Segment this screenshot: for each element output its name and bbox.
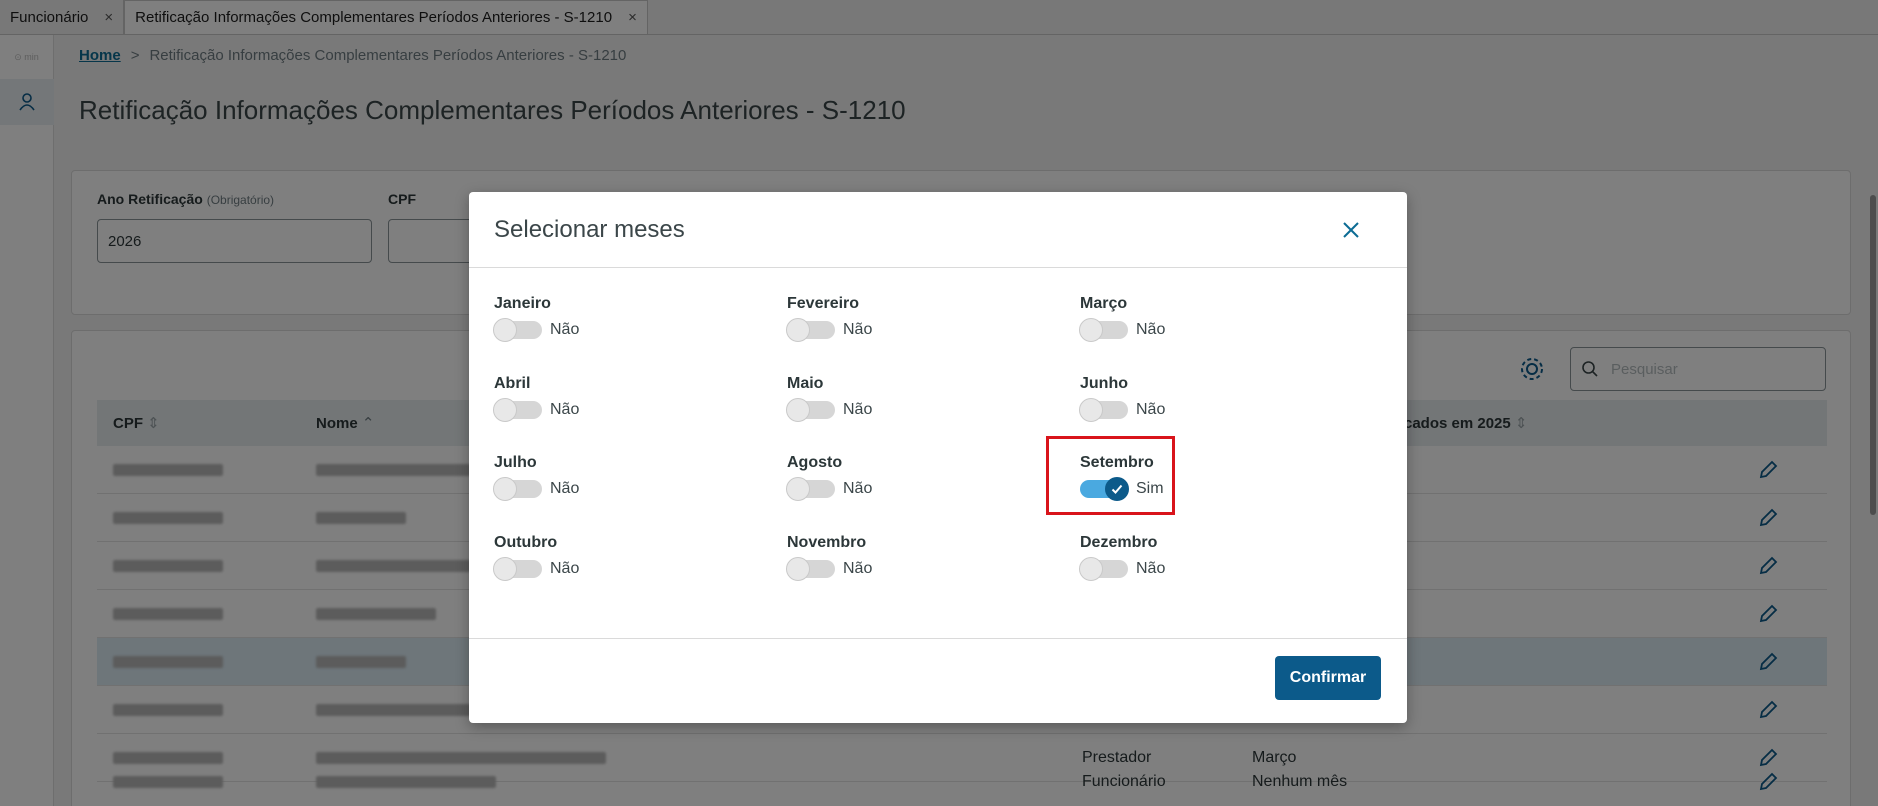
toggle-knob[interactable] xyxy=(786,557,810,581)
toggle-knob[interactable] xyxy=(493,557,517,581)
month-option-5: Maio Não xyxy=(786,375,1007,435)
toggle-track[interactable] xyxy=(493,557,542,581)
toggle-state-label: Não xyxy=(550,480,580,497)
month-label: Maio xyxy=(787,375,824,392)
month-option-2: Fevereiro Não xyxy=(786,295,1007,355)
toggle-track[interactable] xyxy=(493,318,542,342)
month-label: Abril xyxy=(494,375,531,392)
dialog-body: Janeiro Não Fevereiro Não Março Não Abril Não Ma… xyxy=(469,268,1407,639)
month-label: Junho xyxy=(1080,375,1128,392)
month-label: Março xyxy=(1080,295,1128,312)
toggle-state-label: Não xyxy=(843,480,873,497)
toggle-state-label: Não xyxy=(550,560,580,577)
toggle-state-label: Não xyxy=(843,401,873,418)
toggle-track[interactable] xyxy=(1079,557,1128,581)
toggle-track[interactable] xyxy=(786,398,835,422)
month-toggle-switch[interactable]: Não xyxy=(493,318,580,342)
month-toggle-switch[interactable]: Não xyxy=(1079,318,1166,342)
month-option-10: Outubro Não xyxy=(493,534,714,594)
toggle-knob[interactable] xyxy=(1079,318,1103,342)
month-label: Outubro xyxy=(494,534,558,551)
toggle-knob[interactable] xyxy=(1079,398,1103,422)
toggle-track[interactable] xyxy=(786,477,835,501)
toggle-knob[interactable] xyxy=(493,318,517,342)
month-label: Julho xyxy=(494,454,537,471)
month-toggle-switch[interactable]: Não xyxy=(1079,398,1166,422)
month-toggle-switch[interactable]: Não xyxy=(493,477,580,501)
month-toggle-switch[interactable]: Não xyxy=(786,398,873,422)
month-toggle-switch[interactable]: Não xyxy=(493,398,580,422)
toggle-track[interactable] xyxy=(1079,398,1128,422)
month-option-6: Junho Não xyxy=(1079,375,1300,435)
month-label: Dezembro xyxy=(1080,534,1158,551)
month-option-11: Novembro Não xyxy=(786,534,1007,594)
toggle-knob[interactable] xyxy=(786,477,810,501)
toggle-track[interactable] xyxy=(786,557,835,581)
toggle-knob[interactable] xyxy=(786,318,810,342)
month-option-12: Dezembro Não xyxy=(1079,534,1300,594)
month-toggle-switch[interactable]: Não xyxy=(1079,557,1166,581)
month-label: Novembro xyxy=(787,534,867,551)
confirm-button[interactable]: Confirmar xyxy=(1275,656,1381,700)
month-label: Agosto xyxy=(787,454,843,471)
toggle-state-label: Não xyxy=(1136,560,1166,577)
toggle-state-label: Não xyxy=(1136,401,1166,418)
month-option-3: Março Não xyxy=(1079,295,1300,355)
month-option-8: Agosto Não xyxy=(786,454,1007,514)
toggle-state-label: Não xyxy=(550,321,580,338)
highlight-box xyxy=(1046,436,1175,515)
month-toggle-switch[interactable]: Não xyxy=(786,557,873,581)
toggle-track[interactable] xyxy=(493,477,542,501)
toggle-state-label: Não xyxy=(1136,321,1166,338)
month-toggle-switch[interactable]: Não xyxy=(786,477,873,501)
month-toggle-switch[interactable]: Não xyxy=(786,318,873,342)
month-label: Fevereiro xyxy=(787,295,860,312)
close-icon[interactable] xyxy=(1341,220,1361,240)
toggle-knob[interactable] xyxy=(493,398,517,422)
month-option-4: Abril Não xyxy=(493,375,714,435)
dialog-footer: Confirmar xyxy=(469,639,1407,722)
toggle-track[interactable] xyxy=(493,398,542,422)
dialog-title: Selecionar meses xyxy=(494,216,685,243)
month-option-1: Janeiro Não xyxy=(493,295,714,355)
toggle-track[interactable] xyxy=(1079,318,1128,342)
toggle-state-label: Não xyxy=(843,560,873,577)
dialog-header: Selecionar meses xyxy=(469,192,1407,268)
month-toggle-switch[interactable]: Não xyxy=(493,557,580,581)
toggle-track[interactable] xyxy=(786,318,835,342)
month-label: Janeiro xyxy=(494,295,551,312)
month-option-7: Julho Não xyxy=(493,454,714,514)
select-months-dialog: Selecionar meses Janeiro Não Fevereiro Não M… xyxy=(469,192,1407,723)
toggle-knob[interactable] xyxy=(786,398,810,422)
toggle-knob[interactable] xyxy=(1079,557,1103,581)
toggle-state-label: Não xyxy=(843,321,873,338)
toggle-state-label: Não xyxy=(550,401,580,418)
toggle-knob[interactable] xyxy=(493,477,517,501)
